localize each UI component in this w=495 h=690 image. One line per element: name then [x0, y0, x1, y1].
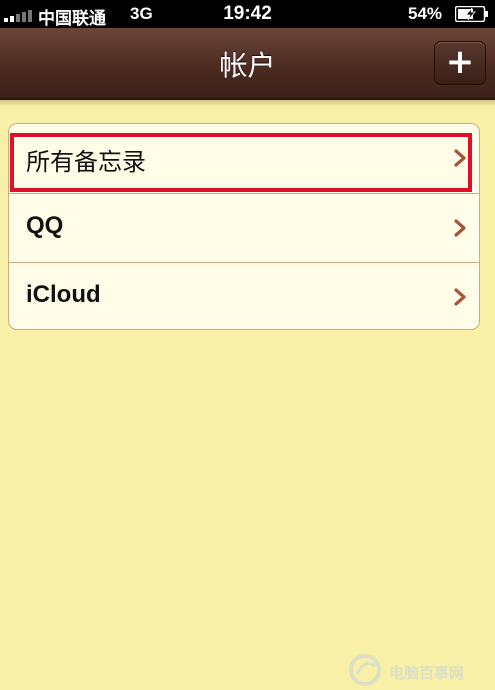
chevron-right-icon — [454, 288, 466, 306]
navigation-bar: 帐户 + — [0, 28, 495, 100]
highlight-box — [10, 133, 472, 192]
nav-shadow — [0, 100, 495, 106]
battery-charging-icon — [455, 6, 488, 22]
watermark-text: 电脑百事网 — [389, 664, 465, 682]
account-label: iCloud — [26, 281, 101, 308]
account-row-qq[interactable]: QQ — [9, 194, 479, 263]
chevron-right-icon — [454, 219, 466, 237]
page-title: 帐户 — [219, 49, 276, 82]
battery-percent: 54% — [408, 4, 443, 23]
watermark-logo-icon — [349, 654, 381, 686]
account-row-icloud[interactable]: iCloud — [9, 263, 479, 329]
watermark: 电脑百事网 — [345, 652, 495, 688]
account-label: QQ — [26, 212, 64, 239]
status-bar: 中国联通 3G 19:42 54% — [0, 0, 495, 28]
add-account-button[interactable]: + — [434, 41, 486, 85]
